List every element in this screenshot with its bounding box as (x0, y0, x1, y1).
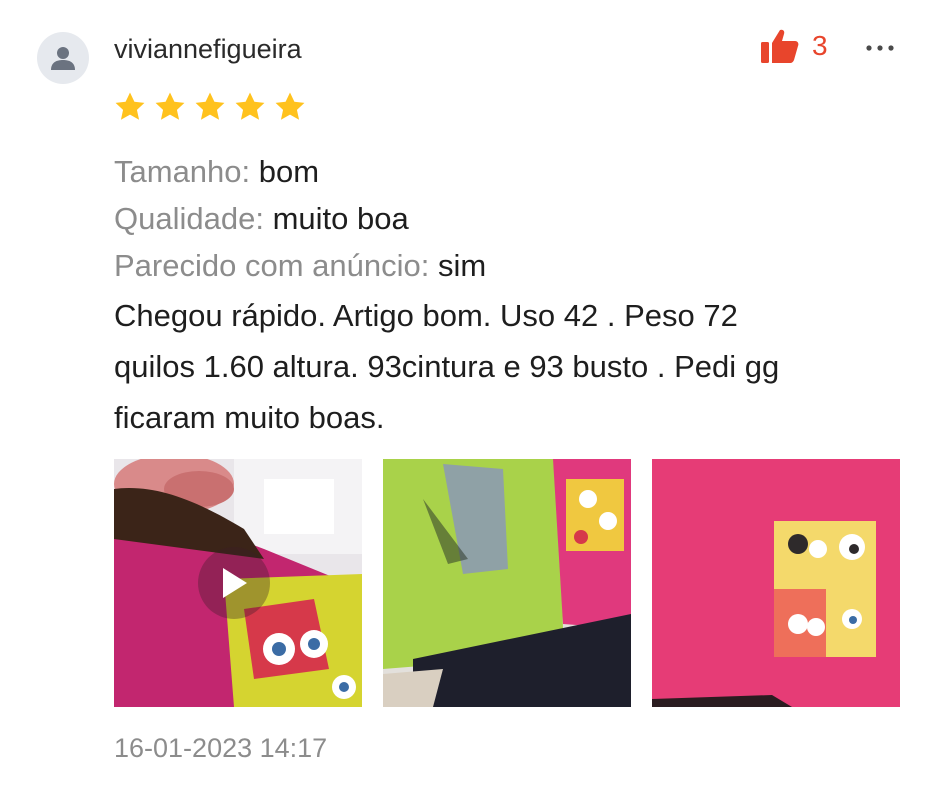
attribute-size: Tamanho: bom (114, 148, 486, 195)
review-photo[interactable] (652, 459, 900, 707)
star-icon (235, 92, 265, 120)
user-silhouette-icon (51, 47, 75, 70)
more-options-button[interactable] (862, 30, 898, 66)
attribute-label: Qualidade: (114, 201, 264, 236)
attribute-label: Tamanho: (114, 154, 251, 189)
star-icon (115, 92, 145, 120)
attribute-value: sim (437, 248, 487, 283)
review-photo-image (383, 459, 631, 707)
attribute-value: muito boa (272, 201, 409, 236)
review-date: 16-01-2023 14:17 (114, 733, 328, 763)
star-icon (195, 92, 225, 120)
attribute-label: Parecido com anúncio: (114, 248, 430, 283)
play-button[interactable] (198, 547, 270, 619)
more-horizontal-icon (866, 45, 894, 51)
avatar[interactable] (37, 32, 89, 84)
thumbs-up-icon (761, 29, 799, 64)
review-text-line: ficaram muito boas. (114, 400, 385, 435)
like-count: 3 (812, 30, 828, 61)
attribute-quality: Qualidade: muito boa (114, 195, 486, 242)
star-icon (155, 92, 185, 120)
attribute-value: bom (258, 154, 320, 189)
review-text: Chegou rápido. Artigo bom. Uso 42 . Peso… (114, 290, 904, 443)
review-text-line: Chegou rápido. Artigo bom. Uso 42 . Peso… (114, 298, 738, 333)
star-icon (275, 92, 305, 120)
attribute-as-described: Parecido com anúncio: sim (114, 242, 486, 289)
review-photo-image (652, 459, 900, 707)
review-card: viviannefigueira 3 Tamanho: bom Qualidad… (0, 0, 932, 800)
review-attributes: Tamanho: bom Qualidade: muito boa Pareci… (114, 148, 486, 289)
review-video-thumbnail[interactable] (114, 459, 362, 707)
reviewer-username[interactable]: viviannefigueira (114, 34, 302, 65)
star-rating (113, 90, 307, 124)
like-button[interactable]: 3 (760, 28, 828, 64)
review-text-line: quilos 1.60 altura. 93cintura e 93 busto… (114, 349, 780, 384)
review-photo[interactable] (383, 459, 631, 707)
play-icon (223, 568, 247, 598)
